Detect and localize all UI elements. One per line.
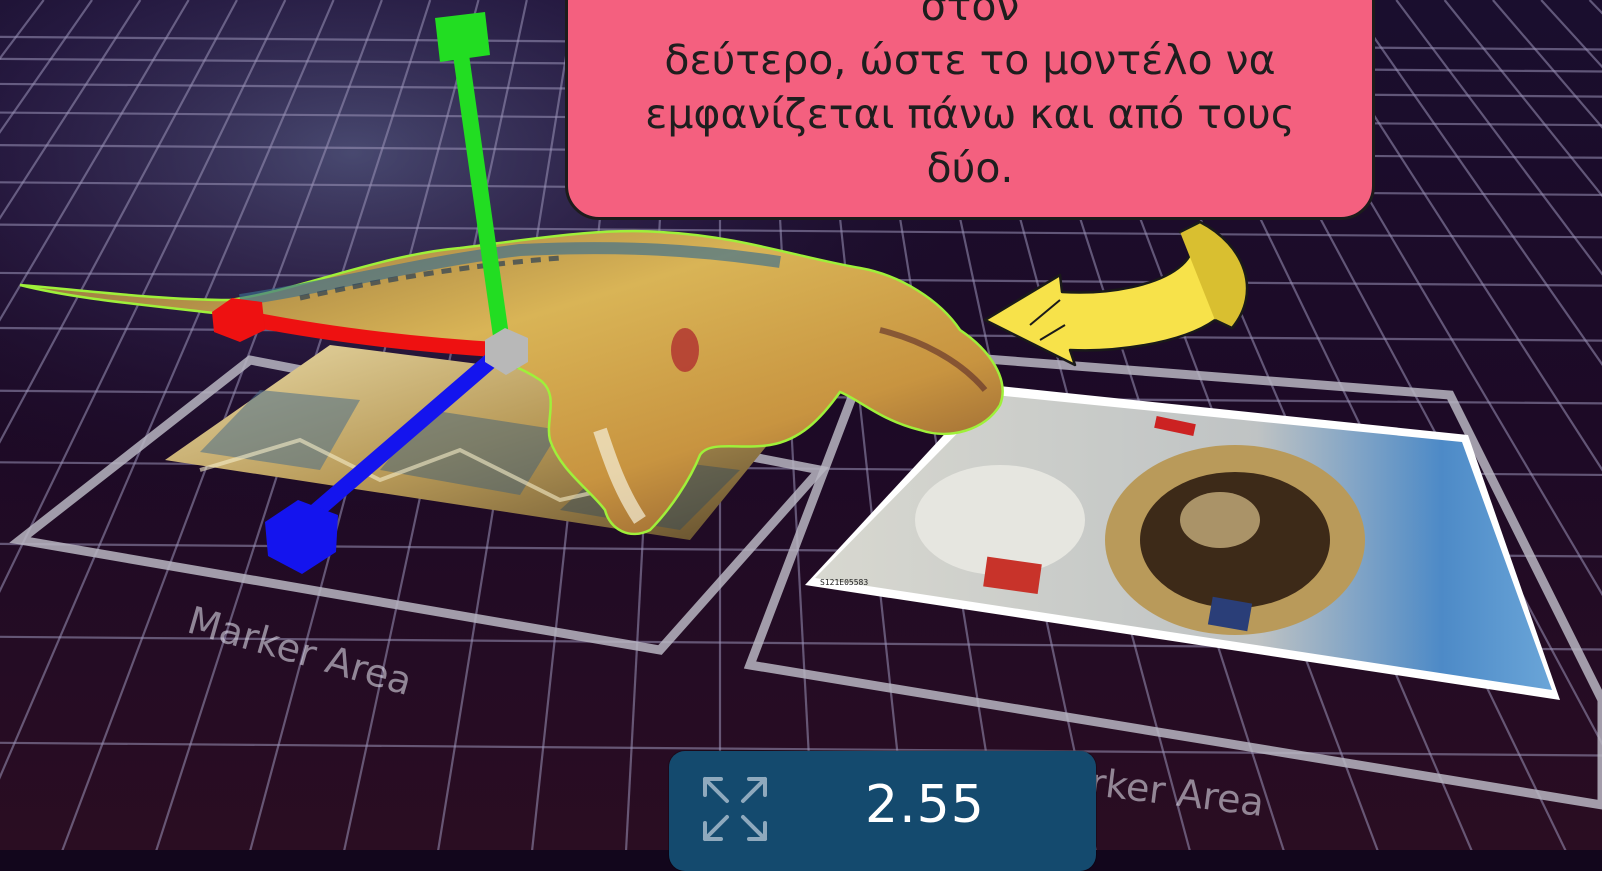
- callout-text: τρισδιάστατο μοντέλο στον πρώτο δείκτη κ…: [645, 0, 1295, 192]
- instruction-callout: τρισδιάστατο μοντέλο στον πρώτο δείκτη κ…: [565, 0, 1375, 220]
- expand-arrows-icon[interactable]: [699, 773, 771, 845]
- svg-text:S121E05583: S121E05583: [820, 578, 868, 587]
- y-axis-cap-icon[interactable]: [435, 12, 490, 62]
- scale-widget[interactable]: 2.55: [669, 751, 1096, 871]
- scale-value[interactable]: 2.55: [865, 775, 985, 835]
